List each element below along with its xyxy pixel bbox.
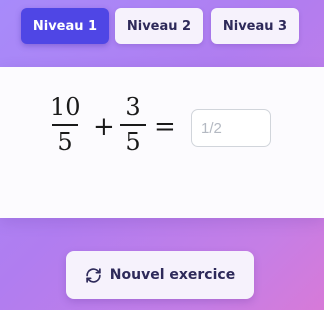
first-fraction: 10 5 (50, 93, 81, 156)
refresh-icon (85, 267, 102, 284)
second-numerator: 3 (125, 93, 141, 121)
level-3-button[interactable]: Niveau 3 (211, 8, 299, 44)
level-2-button[interactable]: Niveau 2 (115, 8, 203, 44)
exercise-card: 10 5 + 3 5 = (0, 67, 324, 218)
level-1-button[interactable]: Niveau 1 (21, 8, 109, 44)
new-exercise-button[interactable]: Nouvel exercice (66, 251, 254, 299)
first-numerator: 10 (50, 93, 81, 121)
level-tabs: Niveau 1 Niveau 2 Niveau 3 (0, 0, 324, 54)
equals-sign: = (154, 112, 176, 142)
fraction-bar (52, 124, 78, 126)
second-denominator: 5 (125, 128, 141, 156)
fraction-bar (120, 124, 146, 126)
answer-input[interactable] (191, 109, 271, 147)
second-fraction: 3 5 (118, 94, 148, 155)
first-denominator: 5 (57, 128, 73, 156)
plus-operator: + (93, 112, 115, 142)
new-exercise-label: Nouvel exercice (109, 267, 236, 283)
